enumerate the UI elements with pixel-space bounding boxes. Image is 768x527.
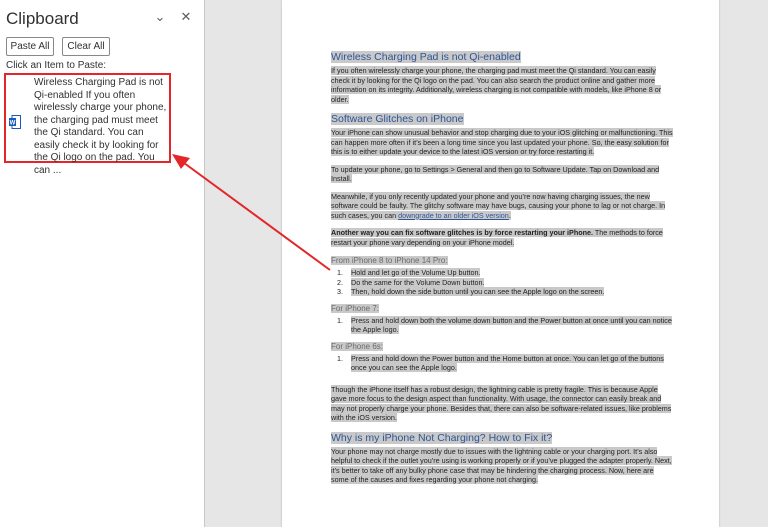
step-item: Hold and let go of the Volume Up button.	[351, 268, 481, 277]
clipboard-item[interactable]: W Wireless Charging Pad is not Qi-enable…	[4, 73, 171, 176]
heading-wireless: Wireless Charging Pad is not Qi-enabled	[331, 51, 521, 63]
step-item: Do the same for the Volume Down button.	[351, 277, 485, 287]
paragraph-update: To update your phone, go to Settings > G…	[331, 164, 660, 183]
paragraph-wireless: If you often wirelessly charge your phon…	[331, 66, 662, 104]
steps-8-to-14: Hold and let go of the Volume Up button.…	[345, 268, 673, 297]
heading-glitches: Software Glitches on iPhone	[331, 113, 464, 125]
document-content: Wireless Charging Pad is not Qi-enabled …	[331, 50, 673, 493]
chevron-down-icon[interactable]: ⌄	[152, 9, 168, 25]
paragraph-another-bold: Another way you can fix software glitche…	[331, 228, 594, 237]
step-item: Press and hold down both the volume down…	[351, 315, 672, 334]
clear-all-button[interactable]: Clear All	[62, 37, 110, 56]
svg-text:W: W	[10, 121, 16, 127]
paste-all-button[interactable]: Paste All	[6, 37, 54, 56]
clipboard-pane: Clipboard ⌄ ✕ Paste All Clear All Click …	[0, 0, 205, 527]
steps-iphone-7: Press and hold down both the volume down…	[345, 315, 673, 335]
downgrade-link[interactable]: downgrade to an older iOS version	[398, 211, 509, 220]
heading-iphone-6s: For iPhone 6s:	[331, 341, 384, 351]
paragraph-glitches: Your iPhone can show unusual behavior an…	[331, 128, 673, 156]
heading-iphone-7: For iPhone 7:	[331, 303, 380, 313]
steps-iphone-6s: Press and hold down the Power button and…	[345, 353, 673, 373]
document-page[interactable]: Wireless Charging Pad is not Qi-enabled …	[282, 0, 719, 527]
heading-8-to-14: From iPhone 8 to iPhone 14 Pro:	[331, 256, 448, 265]
close-icon[interactable]: ✕	[178, 9, 194, 25]
pane-title: Clipboard	[6, 9, 79, 28]
paragraph-why: Your phone may not charge mostly due to …	[331, 446, 672, 484]
step-item: Then, hold down the side button until yo…	[351, 287, 605, 296]
paste-hint: Click an Item to Paste:	[6, 60, 107, 71]
clipboard-item-text: Wireless Charging Pad is not Qi-enabled …	[34, 77, 167, 176]
heading-why: Why is my iPhone Not Charging? How to Fi…	[331, 431, 553, 444]
step-item: Press and hold down the Power button and…	[351, 353, 664, 372]
paragraph-though: Though the iPhone itself has a robust de…	[331, 384, 672, 422]
word-document-icon: W	[9, 115, 21, 129]
